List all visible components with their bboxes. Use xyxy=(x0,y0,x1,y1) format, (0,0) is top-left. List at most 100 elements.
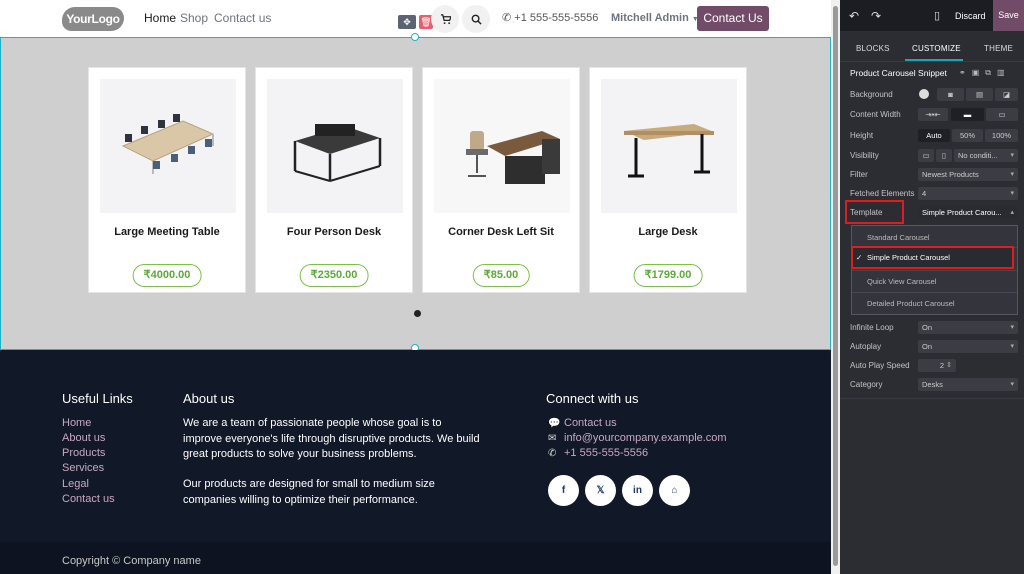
carousel-indicator[interactable] xyxy=(414,310,421,317)
footer-link-legal[interactable]: Legal xyxy=(62,478,89,490)
autoplay-speed-label: Auto Play Speed xyxy=(850,361,910,370)
checkmark-icon: ✓ xyxy=(856,253,863,262)
footer-link-about[interactable]: About us xyxy=(62,432,105,444)
product-name[interactable]: Corner Desk Left Sit xyxy=(423,226,579,238)
chevron-up-icon: ▴ xyxy=(1010,209,1014,216)
footer: Useful Links Home About us Products Serv… xyxy=(0,350,831,574)
chat-icon: 💬 xyxy=(548,418,561,429)
category-select[interactable]: Desks ▾ xyxy=(918,378,1018,391)
autoplay-speed-input[interactable]: 2 ⇕ xyxy=(918,359,956,372)
option-standard-carousel[interactable]: Standard Carousel xyxy=(867,233,930,242)
resize-handle-top[interactable] xyxy=(411,33,419,41)
product-card[interactable]: Four Person Desk ₹2350.00 xyxy=(255,67,413,293)
option-detailed-product-carousel[interactable]: Detailed Product Carousel xyxy=(867,299,955,308)
footer-contact-link[interactable]: 💬 Contact us xyxy=(548,417,617,429)
chevron-down-icon: ▾ xyxy=(1010,381,1014,388)
editor-topbar: ↶ ↷ ▯ Discard Save xyxy=(840,0,1024,31)
footer-link-services[interactable]: Services xyxy=(62,462,104,474)
redo-icon[interactable]: ↷ xyxy=(871,9,881,23)
tab-customize[interactable]: CUSTOMIZE xyxy=(912,44,961,53)
chevron-down-icon: ▾ xyxy=(1010,152,1014,159)
link-icon[interactable]: ⚭ xyxy=(959,68,972,77)
desktop-visibility-icon[interactable]: ▭ xyxy=(918,149,934,162)
search-icon[interactable] xyxy=(462,5,490,33)
nav-contact-us[interactable]: Contact us xyxy=(214,11,271,25)
tab-theme[interactable]: THEME xyxy=(984,44,1013,53)
footer-link-contact[interactable]: Contact us xyxy=(62,493,115,505)
chevron-down-icon: ▾ xyxy=(1010,190,1014,197)
fetched-value: 4 xyxy=(922,189,927,198)
autoplay-select[interactable]: On ▾ xyxy=(918,340,1018,353)
product-name[interactable]: Four Person Desk xyxy=(256,226,412,238)
color-picker-icon[interactable] xyxy=(919,89,929,99)
height-auto[interactable]: Auto xyxy=(918,129,950,142)
width-small-icon[interactable]: ⇥▪⇤ xyxy=(918,108,948,121)
undo-icon[interactable]: ↶ xyxy=(849,9,859,23)
filter-select[interactable]: Newest Products ▾ xyxy=(918,168,1018,181)
chevron-down-icon: ▾ xyxy=(1010,324,1014,331)
chevron-down-icon: ▾ xyxy=(1010,343,1014,350)
site-logo[interactable]: YourLogo xyxy=(62,7,124,31)
video-background-icon[interactable]: ▤ xyxy=(966,88,993,101)
template-dropdown: Standard Carousel Quick View Carousel De… xyxy=(851,225,1018,315)
product-price: ₹85.00 xyxy=(472,264,530,287)
product-price: ₹1799.00 xyxy=(633,264,703,287)
height-50[interactable]: 50% xyxy=(952,129,983,142)
contact-link-text: Contact us xyxy=(564,417,617,429)
content-width-label: Content Width xyxy=(850,110,901,119)
home-icon[interactable]: ⌂ xyxy=(659,475,690,506)
facebook-icon[interactable]: f xyxy=(548,475,579,506)
corner-desk-image xyxy=(466,131,560,184)
snippet-title: Product Carousel Snippet xyxy=(850,68,947,78)
cart-icon[interactable] xyxy=(431,5,459,33)
product-card[interactable]: Large Meeting Table ₹4000.00 xyxy=(88,67,246,293)
mobile-visibility-icon[interactable]: ▯ xyxy=(936,149,952,162)
linkedin-icon[interactable]: in xyxy=(622,475,653,506)
shape-background-icon[interactable]: ◪ xyxy=(995,88,1018,101)
x-twitter-icon[interactable]: 𝕏 xyxy=(585,475,616,506)
option-simple-product-carousel[interactable]: ✓ Simple Product Carousel xyxy=(851,246,1014,269)
connect-title: Connect with us xyxy=(546,391,639,406)
move-handle-icon[interactable]: ✥ xyxy=(398,15,416,29)
option-quick-view-carousel[interactable]: Quick View Carousel xyxy=(867,277,936,286)
width-full-icon[interactable]: ▭ xyxy=(986,108,1018,121)
footer-link-home[interactable]: Home xyxy=(62,417,91,429)
user-menu[interactable]: Mitchell Admin ▼ xyxy=(611,12,699,24)
meeting-table-image xyxy=(121,114,215,174)
discard-button[interactable]: Discard xyxy=(955,11,986,21)
nav-home[interactable]: Home xyxy=(144,11,176,25)
nav-shop[interactable]: Shop xyxy=(180,11,208,25)
product-name[interactable]: Large Desk xyxy=(590,226,746,238)
footer-link-products[interactable]: Products xyxy=(62,447,105,459)
duplicate-icon[interactable]: ⧉ xyxy=(985,68,997,77)
height-100[interactable]: 100% xyxy=(985,129,1018,142)
width-medium-icon[interactable]: ▬ xyxy=(951,108,984,121)
product-image[interactable] xyxy=(434,79,570,213)
product-image[interactable] xyxy=(601,79,737,213)
contact-us-button[interactable]: Contact Us xyxy=(697,6,769,31)
visibility-select[interactable]: No conditi... ▾ xyxy=(954,149,1018,162)
image-background-icon[interactable]: ◙ xyxy=(937,88,964,101)
nav-phone[interactable]: ✆ +1 555-555-5556 xyxy=(502,11,598,24)
save-snippet-icon[interactable]: ▣ xyxy=(972,68,986,77)
about-title: About us xyxy=(183,391,235,406)
fetched-elements-select[interactable]: 4 ▾ xyxy=(918,187,1018,200)
product-card[interactable]: Corner Desk Left Sit ₹85.00 xyxy=(422,67,580,293)
infinite-loop-label: Infinite Loop xyxy=(850,323,894,332)
product-carousel-snippet[interactable]: Large Meeting Table ₹4000.00 Four Person… xyxy=(0,33,831,352)
product-card[interactable]: Large Desk ₹1799.00 xyxy=(589,67,747,293)
tab-blocks[interactable]: BLOCKS xyxy=(856,44,890,53)
product-image[interactable] xyxy=(267,79,403,213)
save-button[interactable]: Save xyxy=(993,0,1024,31)
mobile-preview-icon[interactable]: ▯ xyxy=(934,9,940,22)
product-name[interactable]: Large Meeting Table xyxy=(89,226,245,238)
filter-value: Newest Products xyxy=(922,170,979,179)
footer-email[interactable]: ✉ info@yourcompany.example.com xyxy=(548,432,727,444)
footer-phone[interactable]: ✆ +1 555-555-5556 xyxy=(548,447,648,459)
infinite-loop-select[interactable]: On ▾ xyxy=(918,321,1018,334)
template-select[interactable]: Simple Product Carou... ▴ xyxy=(918,206,1018,219)
product-image[interactable] xyxy=(100,79,236,213)
scrollbar-thumb[interactable] xyxy=(833,6,838,566)
page-scrollbar[interactable] xyxy=(831,0,840,574)
trash-icon[interactable]: ▥ xyxy=(997,68,1011,77)
